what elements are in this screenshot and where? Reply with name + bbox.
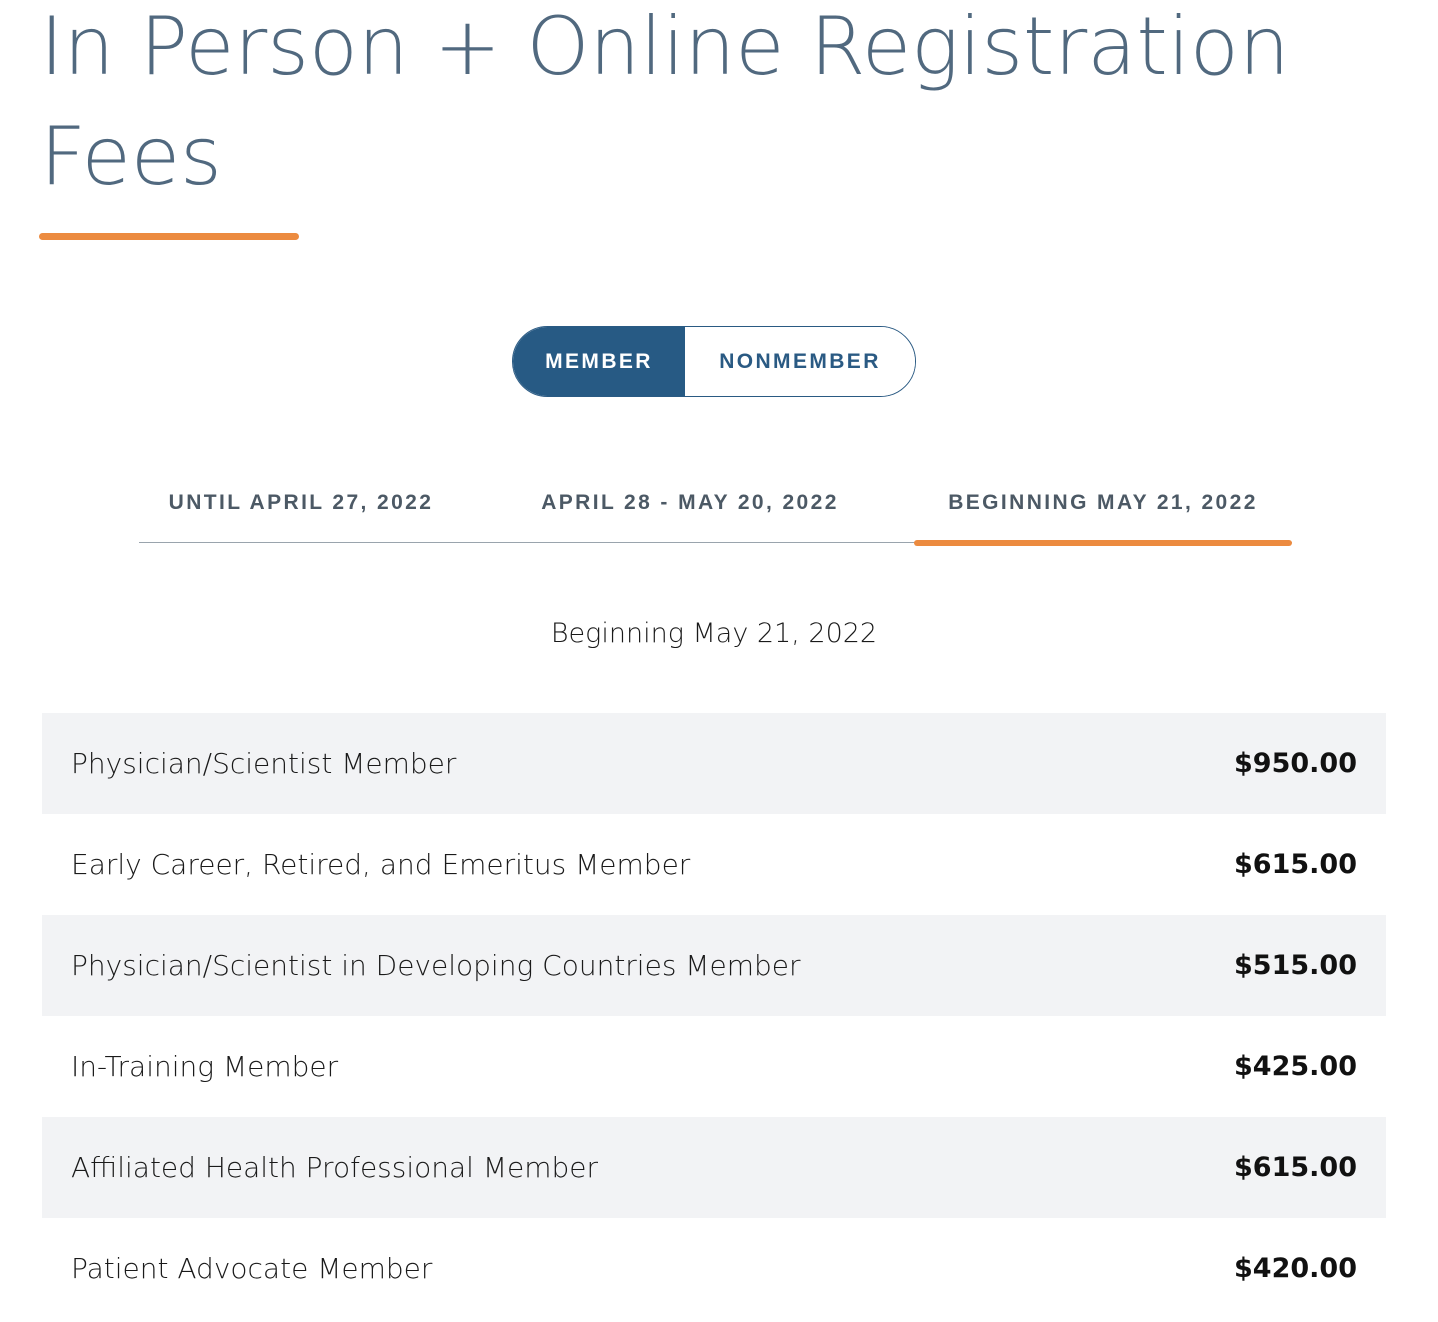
fee-label: Physician/Scientist Member	[71, 747, 457, 780]
fee-label: Early Career, Retired, and Emeritus Memb…	[71, 848, 691, 881]
table-row: Physician/Scientist in Developing Countr…	[42, 915, 1386, 1016]
section-heading: Beginning May 21, 2022	[550, 618, 878, 649]
fee-label: Physician/Scientist in Developing Countr…	[71, 949, 801, 982]
nonmember-toggle-button[interactable]: NONMEMBER	[685, 327, 915, 396]
member-toggle-button[interactable]: MEMBER	[513, 327, 685, 396]
membership-toggle: MEMBER NONMEMBER	[512, 326, 916, 397]
fee-label: Affiliated Health Professional Member	[71, 1151, 599, 1184]
date-tabs: UNTIL APRIL 27, 2022 APRIL 28 - MAY 20, …	[139, 470, 1292, 546]
tab-until-april-27[interactable]: UNTIL APRIL 27, 2022	[139, 470, 463, 546]
table-row: Affiliated Health Professional Member $6…	[42, 1117, 1386, 1218]
fee-price: $515.00	[1234, 950, 1357, 981]
fee-table: Physician/Scientist Member $950.00 Early…	[42, 713, 1386, 1319]
table-row: Early Career, Retired, and Emeritus Memb…	[42, 814, 1386, 915]
fee-label: Patient Advocate Member	[71, 1252, 433, 1285]
tab-beginning-may-21[interactable]: BEGINNING MAY 21, 2022	[914, 470, 1292, 546]
fee-price: $950.00	[1234, 748, 1357, 779]
title-underline	[39, 233, 299, 240]
table-row: Physician/Scientist Member $950.00	[42, 713, 1386, 814]
table-row: In-Training Member $425.00	[42, 1016, 1386, 1117]
fee-price: $425.00	[1234, 1051, 1357, 1082]
fee-label: In-Training Member	[71, 1050, 339, 1083]
fee-price: $615.00	[1234, 849, 1357, 880]
fee-price: $420.00	[1234, 1253, 1357, 1284]
tab-april-28-may-20[interactable]: APRIL 28 - MAY 20, 2022	[501, 470, 879, 546]
page-title: In Person + Online Registration Fees	[40, 0, 1290, 203]
fee-price: $615.00	[1234, 1152, 1357, 1183]
table-row: Patient Advocate Member $420.00	[42, 1218, 1386, 1319]
